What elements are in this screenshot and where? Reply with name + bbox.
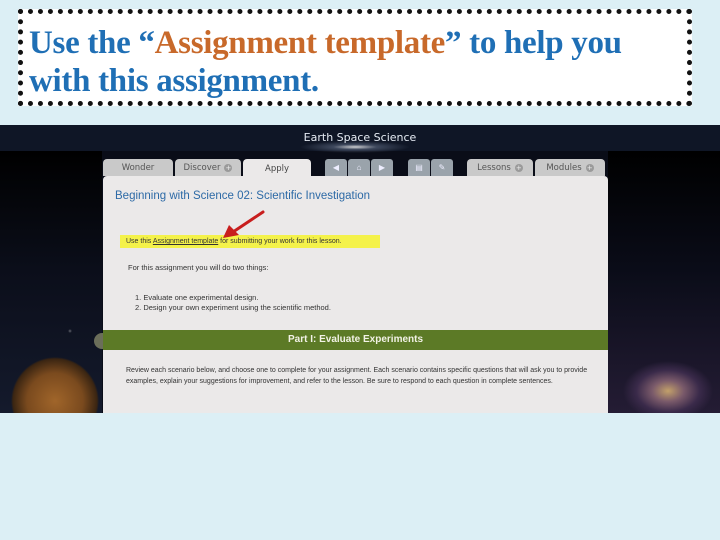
tab-modules[interactable]: Modules + xyxy=(535,159,605,176)
tab-label: Modules xyxy=(546,162,582,173)
tab-label: Apply xyxy=(265,163,289,174)
assignment-template-link[interactable]: Assignment template xyxy=(153,238,218,245)
planet-background-image xyxy=(0,151,102,413)
task-item: 2. Design your own experiment using the … xyxy=(135,303,331,312)
task-list: 1. Evaluate one experimental design. 2. … xyxy=(135,293,331,313)
horizon-glow-decoration xyxy=(300,141,410,153)
assignment-intro: For this assignment you will do two thin… xyxy=(128,263,269,272)
lesson-content-panel: Beginning with Science 02: Scientific In… xyxy=(103,176,608,413)
forward-button[interactable]: ▶ xyxy=(371,159,393,176)
back-button[interactable]: ◀ xyxy=(325,159,347,176)
tab-wonder[interactable]: Wonder xyxy=(103,159,173,176)
notes-icon: ▤ xyxy=(415,163,423,172)
instruction-prefix: Use this xyxy=(126,238,153,245)
back-arrow-icon: ◀ xyxy=(332,163,340,172)
slide-title-box: Use the “Assignment template” to help yo… xyxy=(18,9,692,106)
tab-label: Discover xyxy=(183,162,221,173)
edit-icon: ✎ xyxy=(438,163,446,172)
title-highlight: Assignment template xyxy=(154,25,446,61)
tab-label: Wonder xyxy=(121,162,155,173)
tab-label: Lessons xyxy=(477,162,511,173)
title-text-start: Use the “ xyxy=(29,25,155,61)
tab-lessons[interactable]: Lessons + xyxy=(467,159,533,176)
galaxy-background-image xyxy=(608,151,720,413)
navigation-tabs: Wonder Discover + Apply ◀ ⌂ ▶ ▤ ✎ Lesson… xyxy=(103,159,608,178)
dropdown-icon[interactable]: + xyxy=(585,163,594,172)
course-screenshot: Earth Space Science Wonder Discover + Ap… xyxy=(0,125,720,413)
notes-button[interactable]: ▤ xyxy=(408,159,430,176)
red-arrow-icon xyxy=(223,210,265,238)
dropdown-icon[interactable]: + xyxy=(224,163,233,172)
home-button[interactable]: ⌂ xyxy=(348,159,370,176)
task-item: 1. Evaluate one experimental design. xyxy=(135,293,259,302)
part-heading: Part I: Evaluate Experiments xyxy=(103,330,608,350)
forward-arrow-icon: ▶ xyxy=(378,163,386,172)
edit-button[interactable]: ✎ xyxy=(431,159,453,176)
tab-discover[interactable]: Discover + xyxy=(175,159,241,176)
lesson-title: Beginning with Science 02: Scientific In… xyxy=(115,190,371,202)
home-icon: ⌂ xyxy=(356,163,362,172)
part-description: Review each scenario below, and choose o… xyxy=(126,367,588,385)
dropdown-icon[interactable]: + xyxy=(514,163,523,172)
